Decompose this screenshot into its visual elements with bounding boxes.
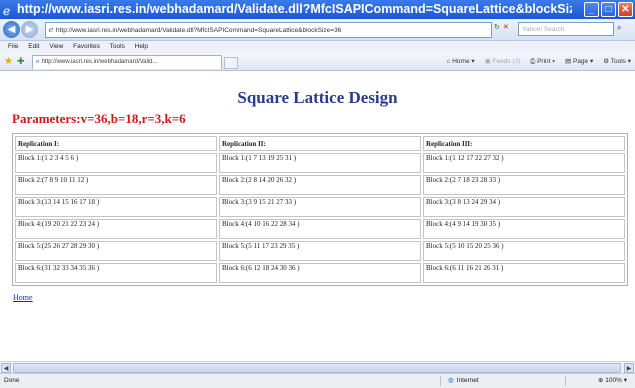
menu-favorites[interactable]: Favorites bbox=[73, 41, 100, 53]
address-tools: ↻ ✕ bbox=[494, 23, 509, 31]
table-cell: Block 3:(3 9 15 21 27 33 ) bbox=[219, 197, 421, 217]
status-bar: Done ◍ Internet ⊕ 100% ▾ bbox=[0, 373, 635, 388]
status-divider bbox=[440, 376, 441, 386]
gear-icon: ⚙ bbox=[603, 58, 611, 65]
home-button[interactable]: ⌂ Home ▾ bbox=[447, 53, 475, 70]
search-icon[interactable]: ⌕ bbox=[617, 23, 621, 33]
table-cell: Block 1:(1 7 13 19 25 31 ) bbox=[219, 153, 421, 173]
address-toolbar: ◀ ▶ ℯ http://www.iasri.res.in/webhadamard… bbox=[0, 19, 635, 41]
table-cell: Block 6:(6 11 16 21 26 31 ) bbox=[423, 263, 625, 283]
table-cell: Block 4:(4 10 16 22 28 34 ) bbox=[219, 219, 421, 239]
page-menu-button[interactable]: ▤ Page ▾ bbox=[565, 53, 593, 70]
security-zone: ◍ Internet bbox=[448, 377, 479, 384]
parameters-text: Parameters:v=36,b=18,r=3,k=6 bbox=[12, 111, 186, 126]
print-button[interactable]: ⎙ Print ▾ bbox=[530, 53, 555, 70]
table-row: Block 6:(31 32 33 34 35 36 ) Block 6:(6 … bbox=[15, 263, 625, 283]
forward-arrow-icon: ▶ bbox=[25, 24, 34, 35]
header-replication-1: Replication I: bbox=[15, 136, 217, 151]
new-tab-button[interactable] bbox=[224, 57, 238, 69]
table-cell: Block 4:(19 20 21 22 23 24 ) bbox=[15, 219, 217, 239]
table-cell: Block 3:(3 8 13 24 29 34 ) bbox=[423, 197, 625, 217]
address-input[interactable]: ℯ http://www.iasri.res.in/webhadamard/Val… bbox=[45, 22, 492, 38]
menu-help[interactable]: Help bbox=[135, 41, 148, 53]
menu-tools[interactable]: Tools bbox=[110, 41, 125, 53]
page-icon: ℯ bbox=[48, 25, 54, 34]
menu-edit[interactable]: Edit bbox=[28, 41, 39, 53]
address-url: http://www.iasri.res.in/webhadamard/Vali… bbox=[56, 27, 342, 34]
status-text: Done bbox=[4, 377, 20, 384]
table-row: Block 1:(1 2 3 4 5 6 ) Block 1:(1 7 13 1… bbox=[15, 153, 625, 173]
window-title-bar: ℯ http://www.iasri.res.in/webhadamard/Val… bbox=[0, 0, 635, 19]
header-replication-2: Replication II: bbox=[219, 136, 421, 151]
scroll-thumb[interactable] bbox=[13, 363, 621, 373]
refresh-icon[interactable]: ↻ bbox=[494, 24, 500, 31]
table-row: Block 3:(13 14 15 16 17 18 ) Block 3:(3 … bbox=[15, 197, 625, 217]
menu-file[interactable]: File bbox=[8, 41, 18, 53]
table-row: Block 5:(25 26 27 28 29 30 ) Block 5:(5 … bbox=[15, 241, 625, 261]
tools-menu-button[interactable]: ⚙ Tools ▾ bbox=[603, 53, 631, 70]
table-cell: Block 5:(25 26 27 28 29 30 ) bbox=[15, 241, 217, 261]
search-input[interactable]: Yahoo! Search bbox=[518, 22, 614, 36]
window-title: http://www.iasri.res.in/webhadamard/Vali… bbox=[17, 2, 572, 16]
table-row: Block 4:(19 20 21 22 23 24 ) Block 4:(4 … bbox=[15, 219, 625, 239]
lattice-table: Replication I: Replication II: Replicati… bbox=[12, 133, 628, 286]
table-cell: Block 2:(2 8 14 20 26 32 ) bbox=[219, 175, 421, 195]
browser-tab[interactable]: ℯ http://www.iasri.res.in/webhadamard/Val… bbox=[32, 55, 222, 69]
minimize-button[interactable]: _ bbox=[584, 2, 599, 17]
close-button[interactable]: ✕ bbox=[618, 2, 633, 17]
page-title: Square Lattice Design bbox=[237, 88, 398, 107]
table-cell: Block 3:(13 14 15 16 17 18 ) bbox=[15, 197, 217, 217]
table-cell: Block 6:(6 12 18 24 30 36 ) bbox=[219, 263, 421, 283]
back-arrow-icon: ◀ bbox=[7, 24, 16, 35]
feeds-button[interactable]: ▣ Feeds (J) bbox=[485, 53, 520, 70]
tab-label: http://www.iasri.res.in/webhadamard/Vali… bbox=[41, 59, 158, 65]
menu-view[interactable]: View bbox=[49, 41, 63, 53]
back-button[interactable]: ◀ bbox=[3, 21, 20, 38]
table-cell: Block 5:(5 11 17 23 29 35 ) bbox=[219, 241, 421, 261]
table-cell: Block 5:(5 10 15 20 25 36 ) bbox=[423, 241, 625, 261]
scroll-left-button[interactable]: ◀ bbox=[1, 363, 11, 373]
favorites-star-icon[interactable]: ★ bbox=[4, 53, 13, 70]
table-cell: Block 2:(2 7 18 23 28 33 ) bbox=[423, 175, 625, 195]
add-favorite-icon[interactable]: ✚ bbox=[17, 53, 25, 70]
page-icon: ▤ bbox=[565, 58, 573, 65]
page-content: Square Lattice Design Parameters:v=36,b=… bbox=[0, 71, 635, 361]
ie-icon: ℯ bbox=[3, 4, 11, 18]
home-link[interactable]: Home bbox=[13, 293, 33, 302]
table-cell: Block 1:(1 2 3 4 5 6 ) bbox=[15, 153, 217, 173]
menu-bar: File Edit View Favorites Tools Help bbox=[0, 41, 635, 53]
table-row: Block 2:(7 8 9 10 11 12 ) Block 2:(2 8 1… bbox=[15, 175, 625, 195]
tab-page-icon: ℯ bbox=[36, 59, 40, 65]
zoom-level[interactable]: ⊕ 100% ▾ bbox=[598, 374, 627, 388]
stop-icon[interactable]: ✕ bbox=[503, 24, 509, 31]
feeds-icon: ▣ bbox=[484, 58, 493, 65]
table-cell: Block 1:(1 12 17 22 27 32 ) bbox=[423, 153, 625, 173]
table-cell: Block 2:(7 8 9 10 11 12 ) bbox=[15, 175, 217, 195]
globe-icon: ◍ bbox=[448, 377, 454, 384]
table-cell: Block 4:(4 9 14 19 30 35 ) bbox=[423, 219, 625, 239]
window-controls: _ □ ✕ bbox=[584, 2, 633, 17]
table-header-row: Replication I: Replication II: Replicati… bbox=[15, 136, 625, 151]
scroll-right-button[interactable]: ▶ bbox=[624, 363, 634, 373]
status-divider bbox=[565, 376, 566, 386]
command-bar: ★ ✚ ℯ http://www.iasri.res.in/webhadamard… bbox=[0, 53, 635, 71]
command-buttons: ⌂ Home ▾ ▣ Feeds (J) ⎙ Print ▾ ▤ Page ▾ … bbox=[447, 53, 632, 70]
header-replication-3: Replication III: bbox=[423, 136, 625, 151]
table-cell: Block 6:(31 32 33 34 35 36 ) bbox=[15, 263, 217, 283]
maximize-button[interactable]: □ bbox=[601, 2, 616, 17]
forward-button[interactable]: ▶ bbox=[21, 21, 38, 38]
